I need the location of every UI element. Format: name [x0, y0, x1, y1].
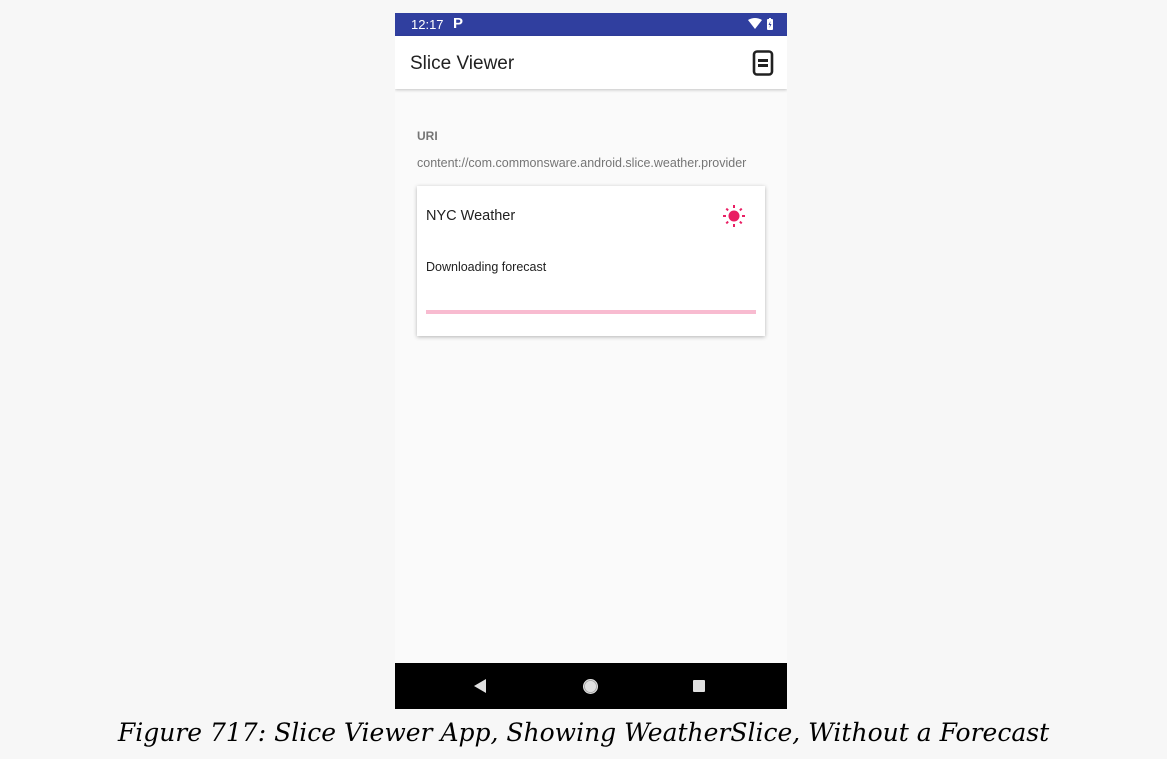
- status-icons: [747, 18, 775, 36]
- uri-label: URI: [417, 129, 438, 143]
- slice-title: NYC Weather: [426, 208, 516, 224]
- back-icon[interactable]: [474, 679, 486, 693]
- status-time: 12:17: [411, 17, 444, 32]
- phone-screen: 12:17 P Slice Viewer URI content://com.c…: [395, 13, 787, 709]
- home-icon[interactable]: [582, 678, 599, 695]
- navigation-bar: [395, 663, 787, 709]
- status-bar: 12:17 P: [395, 13, 787, 36]
- page-title: Slice Viewer: [410, 53, 515, 74]
- slice-subtitle: Downloading forecast: [426, 260, 547, 274]
- progress-bar: [426, 310, 756, 314]
- sun-icon: [723, 205, 745, 227]
- uri-value: content://com.commonsware.android.slice.…: [417, 156, 747, 170]
- app-bar: Slice Viewer: [395, 36, 787, 89]
- recents-icon[interactable]: [693, 680, 705, 692]
- notification-icon: P: [453, 15, 464, 32]
- figure-caption: Figure 717: Slice Viewer App, Showing We…: [117, 718, 1050, 747]
- view-mode-icon[interactable]: [751, 50, 775, 76]
- battery-icon: [767, 18, 773, 30]
- wifi-icon: [748, 18, 762, 29]
- slice-card[interactable]: NYC Weather Downloading forecast: [417, 186, 765, 336]
